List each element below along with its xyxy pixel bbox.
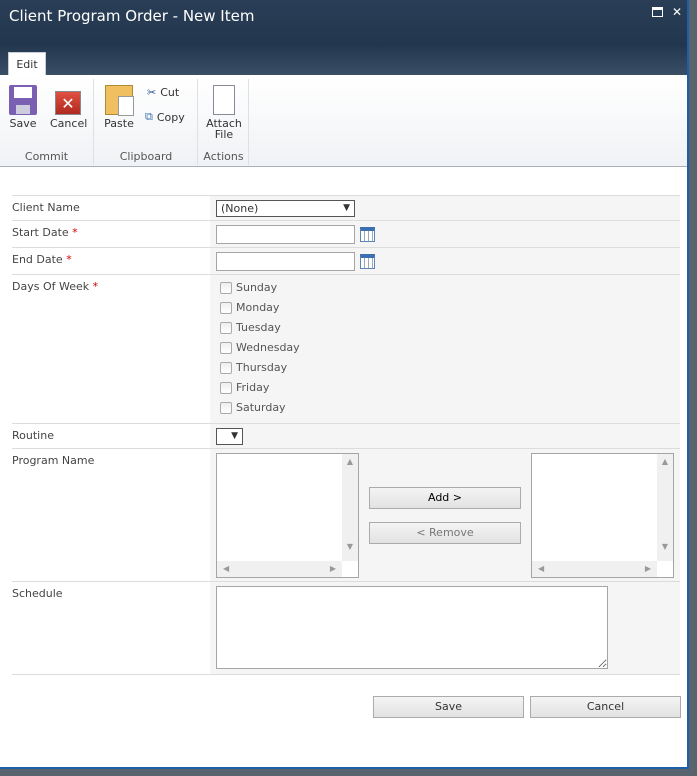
day-checkbox-wednesday[interactable]: Wednesday xyxy=(220,341,300,354)
checkbox[interactable] xyxy=(220,381,232,394)
footer-save-button[interactable]: Save xyxy=(373,696,524,718)
close-icon[interactable]: ✕ xyxy=(670,6,684,19)
checkbox[interactable] xyxy=(220,341,232,354)
client-name-select[interactable]: (None) ▼ xyxy=(216,200,355,217)
actions-group-label: Actions xyxy=(203,150,244,163)
available-programs-listbox[interactable]: ▲ ▼ ◀ ▶ xyxy=(216,453,359,578)
day-checkbox-saturday[interactable]: Saturday xyxy=(220,401,286,414)
checkbox[interactable] xyxy=(220,301,232,314)
client-name-label: Client Name xyxy=(12,201,80,214)
schedule-row: Schedule xyxy=(12,581,680,675)
end-date-label: End Date xyxy=(12,253,63,266)
routine-label: Routine xyxy=(12,429,54,442)
remove-button[interactable]: < Remove xyxy=(369,522,521,544)
days-of-week-row: Days Of Week * Sunday Monday Tuesday Wednes… xyxy=(12,274,680,423)
routine-select[interactable]: ▼ xyxy=(216,428,243,445)
day-label: Sunday xyxy=(236,281,278,294)
cancel-ribbon-button[interactable]: ✕ Cancel xyxy=(50,85,88,130)
horizontal-scrollbar[interactable]: ◀ ▶ xyxy=(217,561,342,577)
day-checkbox-sunday[interactable]: Sunday xyxy=(220,281,277,294)
tab-edit[interactable]: Edit xyxy=(8,52,46,75)
paste-icon xyxy=(105,85,134,116)
day-label: Saturday xyxy=(236,401,286,414)
days-of-week-label: Days Of Week xyxy=(12,280,90,293)
day-label: Monday xyxy=(236,301,280,314)
vertical-scrollbar[interactable]: ▲ ▼ xyxy=(657,454,673,561)
calendar-icon[interactable] xyxy=(360,254,375,269)
clipboard-group-label: Clipboard xyxy=(119,150,173,163)
day-label: Wednesday xyxy=(236,341,300,354)
copy-button[interactable]: ⧉ Copy xyxy=(145,110,185,124)
actions-group: Attach File Actions xyxy=(199,79,249,165)
day-label: Tuesday xyxy=(236,321,281,334)
program-name-label: Program Name xyxy=(12,454,95,467)
checkbox[interactable] xyxy=(220,401,232,414)
cancel-label: Cancel xyxy=(50,117,88,130)
dropdown-arrow-icon: ▼ xyxy=(231,431,238,441)
day-label: Thursday xyxy=(236,361,288,374)
start-date-row: Start Date * xyxy=(12,220,680,247)
schedule-label: Schedule xyxy=(12,587,63,600)
cut-label: Cut xyxy=(160,86,180,99)
dialog-window: Client Program Order - New Item ✕ Edit S… xyxy=(0,0,689,769)
scissors-icon: ✂ xyxy=(147,86,157,99)
day-checkbox-friday[interactable]: Friday xyxy=(220,381,269,394)
dialog-title: Client Program Order - New Item xyxy=(9,7,255,25)
ribbon: Save ✕ Cancel Commit Paste ✂ Cut ⧉ Copy Cl… xyxy=(0,75,687,167)
attach-file-button[interactable]: Attach File xyxy=(205,85,243,140)
selected-programs-listbox[interactable]: ▲ ▼ ◀ ▶ xyxy=(531,453,674,578)
client-name-row: Client Name (None) ▼ xyxy=(12,195,680,220)
maximize-icon[interactable] xyxy=(650,6,664,19)
copy-icon: ⧉ xyxy=(145,110,153,123)
checkbox[interactable] xyxy=(220,361,232,374)
day-checkbox-thursday[interactable]: Thursday xyxy=(220,361,287,374)
required-marker: * xyxy=(72,226,78,239)
required-marker: * xyxy=(92,280,99,293)
commit-group-label: Commit xyxy=(24,150,69,163)
day-checkbox-monday[interactable]: Monday xyxy=(220,301,279,314)
start-date-label: Start Date xyxy=(12,226,69,239)
checkbox[interactable] xyxy=(220,321,232,334)
add-button[interactable]: Add > xyxy=(369,487,521,509)
file-label: File xyxy=(214,128,234,141)
copy-label: Copy xyxy=(156,110,185,124)
save-ribbon-button[interactable]: Save xyxy=(8,85,38,129)
program-name-row: Program Name ▲ ▼ ◀ ▶ Add > < Remove ▲ ▼ ◀ ▶ xyxy=(12,448,680,581)
title-bar: Client Program Order - New Item ✕ Edit xyxy=(0,0,687,75)
routine-row: Routine ▼ xyxy=(12,423,680,448)
checkbox[interactable] xyxy=(220,281,232,294)
schedule-textarea[interactable] xyxy=(216,586,608,669)
calendar-icon[interactable] xyxy=(360,227,375,242)
day-checkbox-tuesday[interactable]: Tuesday xyxy=(220,321,281,334)
clipboard-group: Paste ✂ Cut ⧉ Copy Clipboard xyxy=(95,79,198,165)
client-name-value: (None) xyxy=(221,202,259,215)
paste-label: Paste xyxy=(104,117,134,130)
footer-cancel-button[interactable]: Cancel xyxy=(530,696,681,718)
save-icon xyxy=(9,85,37,115)
attach-file-icon xyxy=(213,85,235,115)
cut-button[interactable]: ✂ Cut xyxy=(147,86,179,99)
vertical-scrollbar[interactable]: ▲ ▼ xyxy=(342,454,358,561)
end-date-row: End Date * xyxy=(12,247,680,274)
end-date-input[interactable] xyxy=(216,252,355,271)
horizontal-scrollbar[interactable]: ◀ ▶ xyxy=(532,561,657,577)
day-label: Friday xyxy=(236,381,270,394)
save-label: Save xyxy=(9,117,37,130)
required-marker: * xyxy=(66,253,72,266)
dropdown-arrow-icon: ▼ xyxy=(343,203,350,213)
commit-group: Save ✕ Cancel Commit xyxy=(0,79,94,165)
start-date-input[interactable] xyxy=(216,225,355,244)
paste-button[interactable]: Paste xyxy=(103,85,135,129)
cancel-icon: ✕ xyxy=(55,91,81,115)
